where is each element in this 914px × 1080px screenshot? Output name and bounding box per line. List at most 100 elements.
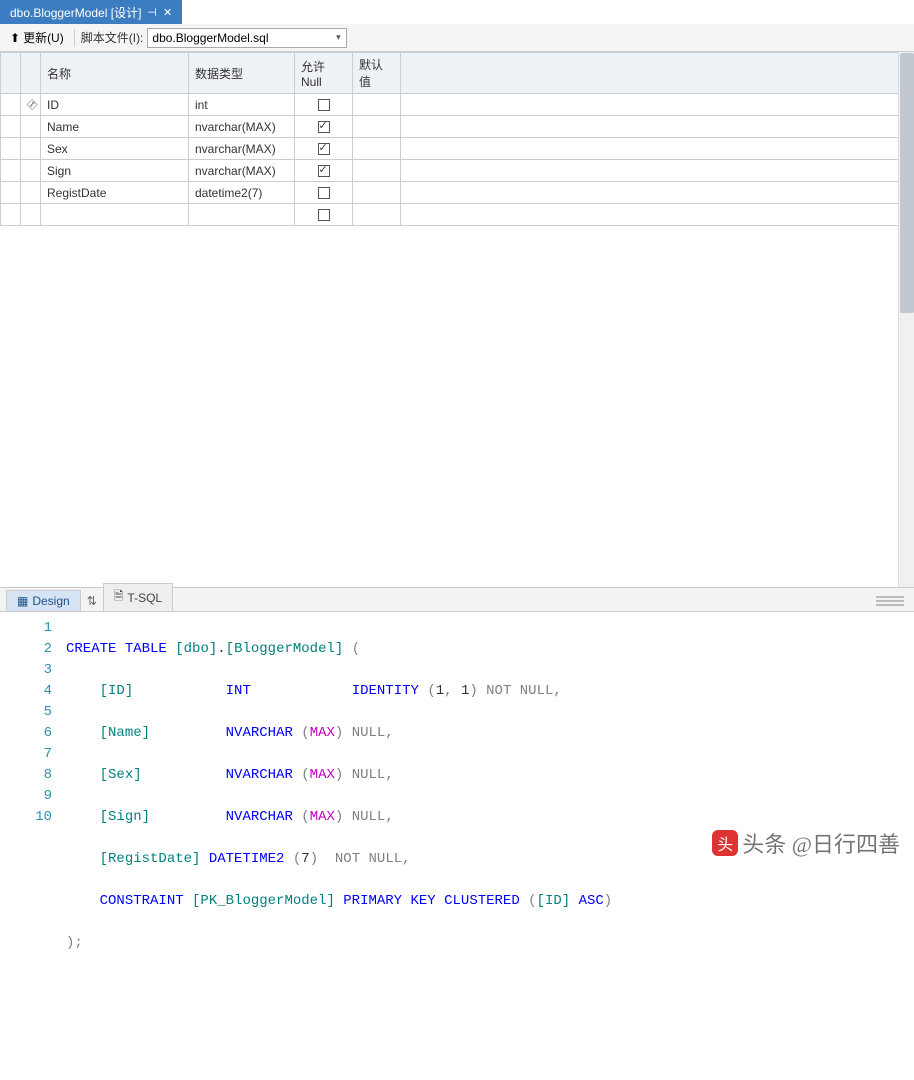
spacer-cell (401, 138, 914, 160)
line-number: 1 (0, 618, 52, 639)
row-selector[interactable] (1, 138, 21, 160)
type-cell[interactable]: nvarchar(MAX) (189, 138, 295, 160)
spacer-header (401, 53, 914, 94)
name-cell[interactable]: Name (41, 116, 189, 138)
spacer-cell (401, 182, 914, 204)
tab-design[interactable]: ▦ Design (6, 590, 81, 611)
name-header[interactable]: 名称 (41, 53, 189, 94)
line-number: 7 (0, 744, 52, 765)
datatype-header[interactable]: 数据类型 (189, 53, 295, 94)
type-cell[interactable]: nvarchar(MAX) (189, 160, 295, 182)
name-cell[interactable]: ID (41, 94, 189, 116)
lower-tab-bar: ▦ Design ⇅ 🗎 T-SQL (0, 588, 914, 612)
line-number: 8 (0, 765, 52, 786)
allownull-cell[interactable] (295, 182, 353, 204)
default-cell[interactable] (353, 138, 401, 160)
script-file-combo[interactable]: ▾ (147, 28, 347, 48)
code-content[interactable]: CREATE TABLE [dbo].[BloggerModel] ( [ID]… (60, 612, 914, 842)
line-number: 9 (0, 786, 52, 807)
line-number: 10 (0, 807, 52, 828)
default-header[interactable]: 默认值 (353, 53, 401, 94)
splitter-grip[interactable] (876, 596, 904, 606)
type-cell[interactable]: datetime2(7) (189, 182, 295, 204)
checkbox[interactable] (318, 187, 330, 199)
key-cell (21, 204, 41, 226)
sql-icon: 🗎 (114, 587, 124, 608)
separator (74, 29, 75, 47)
name-cell[interactable]: Sex (41, 138, 189, 160)
document-tab[interactable]: dbo.BloggerModel [设计] ⊣ ✕ (0, 0, 182, 24)
table-row[interactable]: RegistDatedatetime2(7) (1, 182, 914, 204)
key-header (21, 53, 41, 94)
default-cell[interactable] (353, 94, 401, 116)
vertical-scrollbar[interactable] (898, 52, 914, 587)
allownull-cell[interactable] (295, 204, 353, 226)
allownull-header[interactable]: 允许 Null (295, 53, 353, 94)
row-selector[interactable] (1, 182, 21, 204)
document-tab-title: dbo.BloggerModel [设计] (10, 4, 141, 21)
default-cell[interactable] (353, 116, 401, 138)
script-file-input[interactable] (148, 31, 330, 45)
document-tab-bar: dbo.BloggerModel [设计] ⊣ ✕ (0, 0, 914, 24)
type-cell[interactable]: nvarchar(MAX) (189, 116, 295, 138)
table-row[interactable] (1, 204, 914, 226)
row-selector[interactable] (1, 160, 21, 182)
type-cell[interactable]: int (189, 94, 295, 116)
table-row[interactable]: ⚿IDint (1, 94, 914, 116)
line-number: 5 (0, 702, 52, 723)
row-selector[interactable] (1, 204, 21, 226)
watermark: 头 头条 @日行四善 (712, 827, 900, 859)
update-label: 更新(U) (23, 29, 64, 46)
table-row[interactable]: Signnvarchar(MAX) (1, 160, 914, 182)
table-row[interactable]: Namenvarchar(MAX) (1, 116, 914, 138)
key-cell (21, 160, 41, 182)
toolbar: ⬆ 更新(U) 脚本文件(I): ▾ (0, 24, 914, 52)
swap-tabs-button[interactable]: ⇅ (81, 591, 103, 611)
close-icon[interactable]: ✕ (163, 6, 172, 19)
type-cell[interactable] (189, 204, 295, 226)
line-number: 3 (0, 660, 52, 681)
update-button[interactable]: ⬆ 更新(U) (6, 27, 68, 48)
tab-design-label: Design (32, 594, 69, 608)
tab-tsql[interactable]: 🗎 T-SQL (103, 583, 173, 611)
allownull-cell[interactable] (295, 94, 353, 116)
tab-tsql-label: T-SQL (127, 591, 162, 605)
name-cell[interactable] (41, 204, 189, 226)
primary-key-icon: ⚿ (24, 98, 39, 113)
pin-icon[interactable]: ⊣ (147, 6, 157, 19)
design-icon: ▦ (17, 594, 28, 608)
watermark-text: 头条 @日行四善 (742, 827, 900, 859)
row-selector-header (1, 53, 21, 94)
row-selector[interactable] (1, 94, 21, 116)
name-cell[interactable]: RegistDate (41, 182, 189, 204)
spacer-cell (401, 116, 914, 138)
columns-grid[interactable]: 名称 数据类型 允许 Null 默认值 ⚿IDintNamenvarchar(M… (0, 52, 914, 226)
grid-header-row: 名称 数据类型 允许 Null 默认值 (1, 53, 914, 94)
name-cell[interactable]: Sign (41, 160, 189, 182)
key-cell: ⚿ (21, 94, 41, 116)
row-selector[interactable] (1, 116, 21, 138)
upload-icon: ⬆ (10, 31, 20, 45)
default-cell[interactable] (353, 204, 401, 226)
checkbox[interactable] (318, 99, 330, 111)
table-row[interactable]: Sexnvarchar(MAX) (1, 138, 914, 160)
allownull-cell[interactable] (295, 138, 353, 160)
checkbox[interactable] (318, 143, 330, 155)
checkbox[interactable] (318, 121, 330, 133)
line-number: 4 (0, 681, 52, 702)
line-number: 6 (0, 723, 52, 744)
scrollbar-thumb[interactable] (900, 53, 914, 313)
sql-editor[interactable]: 12345678910 CREATE TABLE [dbo].[BloggerM… (0, 612, 914, 842)
allownull-cell[interactable] (295, 116, 353, 138)
spacer-cell (401, 160, 914, 182)
spacer-cell (401, 94, 914, 116)
line-number: 2 (0, 639, 52, 660)
watermark-icon: 头 (712, 830, 738, 856)
checkbox[interactable] (318, 165, 330, 177)
default-cell[interactable] (353, 160, 401, 182)
default-cell[interactable] (353, 182, 401, 204)
checkbox[interactable] (318, 209, 330, 221)
key-cell (21, 116, 41, 138)
chevron-down-icon[interactable]: ▾ (330, 32, 346, 43)
allownull-cell[interactable] (295, 160, 353, 182)
